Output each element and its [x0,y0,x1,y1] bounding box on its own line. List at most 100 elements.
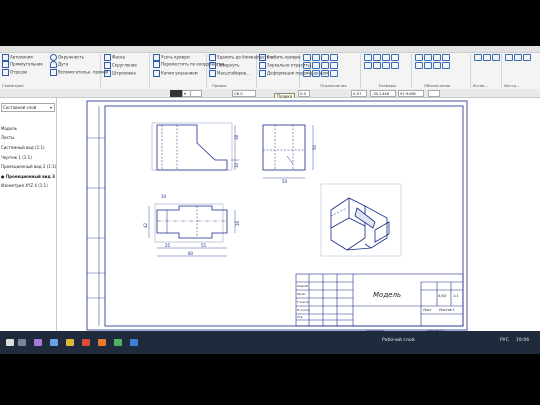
insert-view-icon[interactable] [474,54,482,61]
dim-break-icon[interactable] [391,62,399,69]
constraint-parallel-icon[interactable] [321,54,329,61]
scale-button[interactable]: Масштабиров... [209,70,250,77]
hatch-button[interactable]: Штриховка [104,70,136,77]
dim-radial-icon[interactable] [373,54,381,61]
constraint-perpendicular-icon[interactable] [330,54,338,61]
angle-field[interactable]: 0.0 [298,90,310,97]
tree-item-drawing[interactable]: Чертеж 1 (1:1) [1,155,32,160]
mark-text-icon[interactable] [415,54,423,61]
constraint-horizontal-icon[interactable] [303,54,311,61]
coord-y-field[interactable]: 97.9458 [398,90,424,97]
fillet-button[interactable]: Скругление [104,62,137,69]
taskbar-layer-label[interactable]: Рабочий слой [382,338,415,343]
taskbar-clock[interactable]: 19:06 [516,338,529,343]
tool-calc-icon[interactable] [514,54,522,61]
ribbon-group-tools: Инстр... [502,54,539,88]
taskbar-lang[interactable]: РУС [500,338,509,343]
constraint-equal-icon[interactable] [312,62,320,69]
chamfer-button[interactable]: Фаска [104,54,125,61]
app-icon-4[interactable] [98,339,106,346]
constraint-tangent-icon[interactable] [303,62,311,69]
mark-base-icon[interactable] [442,54,450,61]
tree-item-proj-view-2[interactable]: Проекционный вид 2 (1:1) [1,164,56,169]
mark-view-icon[interactable] [433,62,441,69]
mark-table-icon[interactable] [442,62,450,69]
title-block-scale: 1:1 [453,294,459,298]
app-icon-3[interactable] [82,339,90,346]
coord-x-field[interactable]: -35.1446 [370,90,396,97]
layer-icon[interactable] [190,90,202,97]
dim-angle-icon[interactable] [391,54,399,61]
constraint-fix-icon[interactable] [321,62,329,69]
tree-item-model[interactable]: Модель [1,126,17,131]
dim-auto-icon[interactable] [364,62,372,69]
title-block-mass: 0,64 [438,294,447,298]
dim-plan-bottom-total: 80 [188,251,194,256]
title-block-name: Модель [373,291,401,299]
tool-check-icon[interactable] [523,54,531,61]
rectangle-button[interactable]: Прямоугольник [2,61,43,68]
mark-roughness-icon[interactable] [424,54,432,61]
mark-leader-icon[interactable] [433,54,441,61]
split-icon [259,54,266,61]
start-icon[interactable] [6,339,14,346]
constraint-collinear-icon[interactable] [312,70,320,77]
autoline-button[interactable]: Автолиния [2,54,33,61]
dim-side-height: 50 [312,144,317,150]
insert-fragment-icon[interactable] [483,54,491,61]
tree-panel: Составной слой ▾ Модель Листы Системный в… [0,98,57,354]
chamfer-icon [104,54,111,61]
auxiliary-line-button[interactable]: Вспомогательн. прямая [50,69,108,76]
chevron-down-icon: ▾ [49,105,52,110]
ribbon-group-constraints: Ограничения [300,54,361,88]
segment-button[interactable]: Отрезок [2,69,27,76]
title-block-sheets: Листов 1 [439,308,455,312]
insert-image-icon[interactable] [492,54,500,61]
kompas-icon[interactable] [130,339,138,346]
mark-section-icon[interactable] [424,62,432,69]
layer-selector[interactable]: Составной слой ▾ [1,103,55,112]
search-icon[interactable] [18,339,26,346]
ribbon-group-edit-3: Разбить кривую Зеркально отразить Деформ… [212,54,328,88]
circle-button[interactable]: Окружность [50,54,84,61]
property-bar: ▾ Сб.0 0.0 0.57 -35.1446 97.9458 [0,89,540,98]
copy-button[interactable]: Копия указанием [153,70,198,77]
view-field[interactable]: Сб.0 [232,90,256,97]
constraint-angle-icon[interactable] [330,70,338,77]
tool-measure-icon[interactable] [505,54,513,61]
snap-icon[interactable] [428,90,440,97]
kompas-window: Автолиния Прямоугольник Отрезок Окружнос… [0,46,540,354]
sheet-outer-frame [86,100,468,331]
trim-curve-button[interactable]: Усечь кривую [153,54,190,61]
constraint-symmetry-icon[interactable] [303,70,311,77]
mark-tolerance-icon[interactable] [415,62,423,69]
constraint-vertical-icon[interactable] [312,54,320,61]
app-icon-2[interactable] [50,339,58,346]
rotate-button[interactable]: Повернуть [209,62,239,69]
arc-button[interactable]: Дуга [50,61,68,68]
dim-height-icon[interactable] [382,62,390,69]
app-icon-1[interactable] [34,339,42,346]
auxiliary-line-icon [50,69,57,76]
folder-icon[interactable] [66,339,74,346]
dim-front-left: 10 [234,162,239,168]
app-icon-5[interactable] [114,339,122,346]
dim-side-width: 50 [282,179,288,184]
fillet-icon [104,62,111,69]
step-field[interactable]: 0.57 [351,90,367,97]
constraint-coincident-icon[interactable] [330,62,338,69]
split-curve-button[interactable]: Разбить кривую [259,54,301,61]
tree-item-isometry[interactable]: Изометрия XYZ 4 (1:1) [1,183,48,188]
drawing-canvas[interactable]: 38 10 50 50 42 10 25 55 80 16 Модель 1:1… [57,98,540,354]
circle-icon [50,54,57,61]
tree-item-system-view[interactable]: Системный вид (1:1) [1,145,45,150]
dim-diameter-icon[interactable] [382,54,390,61]
dim-plan-bottom-b: 55 [201,243,207,248]
arc-icon [50,61,57,68]
dim-arc-icon[interactable] [373,62,381,69]
tree-item-proj-view-3[interactable]: ● Проекционный вид 3 [1,174,55,179]
dim-linear-icon[interactable] [364,54,372,61]
constraint-midpoint-icon[interactable] [321,70,329,77]
tree-item-sheets[interactable]: Листы [1,135,14,140]
hatch-icon [104,70,111,77]
